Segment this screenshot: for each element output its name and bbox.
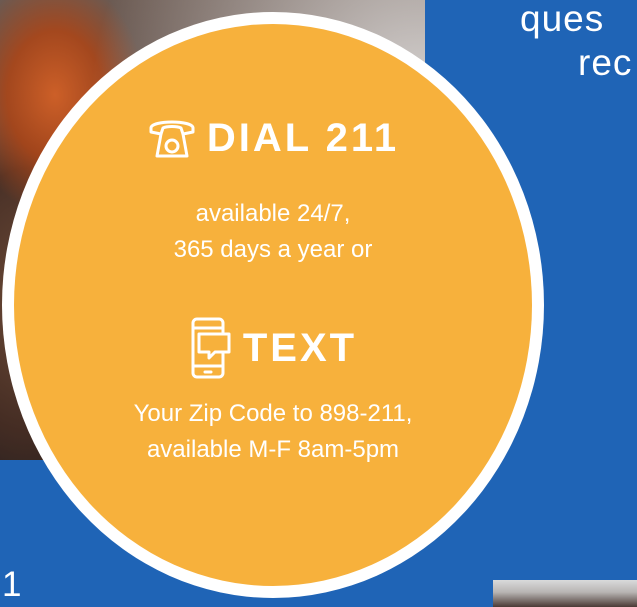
clipped-text-bottom: 1: [2, 565, 23, 604]
contact-circle: DIAL 211 available 24/7, 365 days a year…: [14, 24, 532, 586]
text-line-2: available M-F 8am-5pm: [146, 436, 400, 463]
text-heading[interactable]: TEXT: [14, 316, 532, 380]
dial-title: DIAL 211: [206, 115, 400, 160]
text-title: TEXT: [242, 325, 358, 370]
dial-line-2: 365 days a year or: [173, 236, 373, 263]
photo-bottom-right: [493, 580, 637, 607]
text-line-1: Your Zip Code to 898-211,: [133, 400, 413, 427]
dial-description: available 24/7, 365 days a year or: [14, 196, 532, 268]
text-description: Your Zip Code to 898-211, available M-F …: [14, 396, 532, 468]
clipped-text-top-2: rec: [578, 42, 633, 83]
mobile-message-icon: [189, 316, 233, 380]
dial-heading[interactable]: DIAL 211: [14, 114, 532, 162]
phone-icon: [147, 114, 197, 162]
dial-line-1: available 24/7,: [195, 200, 351, 227]
clipped-text-top: ques: [520, 0, 605, 39]
